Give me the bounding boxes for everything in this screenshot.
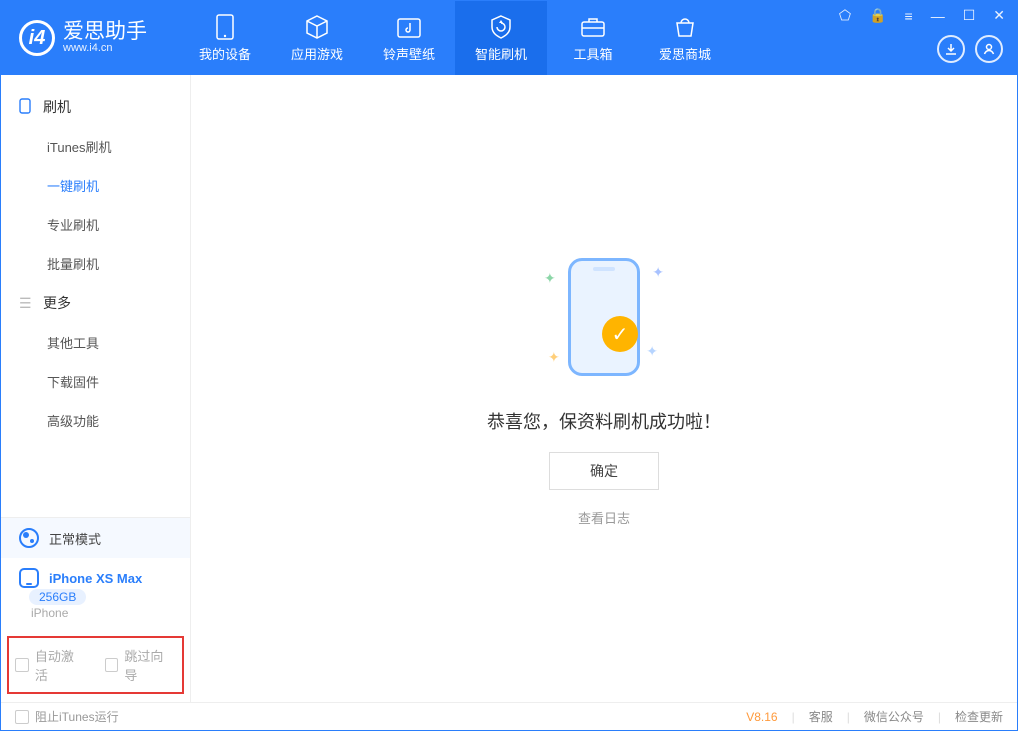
spark-icon: ✦: [646, 343, 658, 360]
cube-icon: [304, 14, 330, 40]
toolbox-icon: [580, 14, 606, 40]
skip-guide-checkbox[interactable]: 跳过向导: [105, 646, 177, 684]
sidebar-group-flash: 刷机: [1, 87, 190, 127]
success-message: 恭喜您，保资料刷机成功啦！: [487, 408, 721, 434]
skip-guide-label: 跳过向导: [124, 646, 176, 684]
logo-text: 爱思助手 www.i4.cn: [63, 21, 147, 55]
separator: |: [938, 710, 941, 724]
device-mode: 正常模式: [49, 529, 101, 548]
sidebar-item-itunes-flash[interactable]: iTunes刷机: [1, 127, 190, 166]
nav-tabs: 我的设备 应用游戏 铃声壁纸 智能刷机 工具箱 爱思商城: [179, 1, 731, 75]
device-type: iPhone: [31, 606, 190, 628]
app-site: www.i4.cn: [63, 42, 147, 55]
user-button[interactable]: [975, 35, 1003, 63]
tab-label: 铃声壁纸: [383, 44, 435, 63]
bag-icon: [673, 14, 697, 40]
checkbox-icon: [105, 658, 119, 672]
title-controls: ⬠ 🔒 ≡ — ☐ ✕: [835, 5, 1009, 26]
block-itunes-checkbox[interactable]: 阻止iTunes运行: [15, 708, 119, 725]
separator: |: [792, 710, 795, 724]
phone-icon: [216, 14, 234, 40]
confirm-button[interactable]: 确定: [549, 452, 659, 490]
shirt-icon[interactable]: ⬠: [835, 5, 855, 26]
device-mode-row[interactable]: 正常模式: [1, 518, 190, 558]
device-small-icon: [19, 98, 35, 117]
status-bar: 阻止iTunes运行 V8.16 | 客服 | 微信公众号 | 检查更新: [1, 702, 1017, 730]
tab-ringtones-wallpapers[interactable]: 铃声壁纸: [363, 1, 455, 75]
footer-left: 阻止iTunes运行: [15, 708, 119, 725]
tab-apps-games[interactable]: 应用游戏: [271, 1, 363, 75]
download-button[interactable]: [937, 35, 965, 63]
logo-icon: i4: [19, 20, 55, 56]
tab-label: 工具箱: [573, 44, 612, 63]
footer-link-wechat[interactable]: 微信公众号: [864, 708, 924, 725]
body-area: 刷机 iTunes刷机 一键刷机 专业刷机 批量刷机 ☰ 更多 其他工具 下载固…: [1, 75, 1017, 702]
footer-link-support[interactable]: 客服: [809, 708, 833, 725]
sidebar-item-other-tools[interactable]: 其他工具: [1, 323, 190, 362]
device-name-row[interactable]: iPhone XS Max: [1, 558, 190, 588]
menu-icon[interactable]: ≡: [901, 6, 917, 26]
device-name: iPhone XS Max: [49, 571, 142, 586]
view-log-link[interactable]: 查看日志: [578, 508, 630, 527]
music-folder-icon: [396, 14, 422, 40]
auto-activate-checkbox[interactable]: 自动激活: [15, 646, 87, 684]
spark-icon: ✦: [544, 270, 556, 287]
flash-options-box: 自动激活 跳过向导: [7, 636, 184, 694]
device-panel: 正常模式 iPhone XS Max 256GB iPhone: [1, 517, 190, 628]
tab-toolbox[interactable]: 工具箱: [547, 1, 639, 75]
success-illustration: ✦ ✦ ✦ ✦ ✓: [524, 250, 684, 390]
tab-label: 我的设备: [199, 44, 251, 63]
version-label: V8.16: [746, 710, 777, 724]
logo-area: i4 爱思助手 www.i4.cn: [1, 1, 179, 75]
close-button[interactable]: ✕: [989, 5, 1009, 26]
lock-icon[interactable]: 🔒: [865, 5, 890, 26]
list-icon: ☰: [19, 295, 35, 312]
sidebar-item-advanced[interactable]: 高级功能: [1, 401, 190, 440]
group-title: 刷机: [43, 97, 71, 117]
sidebar: 刷机 iTunes刷机 一键刷机 专业刷机 批量刷机 ☰ 更多 其他工具 下载固…: [1, 75, 191, 702]
sidebar-item-download-firmware[interactable]: 下载固件: [1, 362, 190, 401]
spark-icon: ✦: [548, 349, 560, 366]
minimize-button[interactable]: —: [927, 6, 949, 26]
tab-label: 爱思商城: [659, 44, 711, 63]
tab-my-device[interactable]: 我的设备: [179, 1, 271, 75]
sidebar-group-more: ☰ 更多: [1, 283, 190, 323]
phone-outline-icon: [568, 258, 640, 376]
sidebar-item-batch-flash[interactable]: 批量刷机: [1, 244, 190, 283]
sidebar-item-pro-flash[interactable]: 专业刷机: [1, 205, 190, 244]
mode-icon: [19, 528, 39, 548]
sidebar-item-oneclick-flash[interactable]: 一键刷机: [1, 166, 190, 205]
block-itunes-label: 阻止iTunes运行: [35, 708, 119, 725]
device-capacity: 256GB: [1, 588, 190, 606]
header-right-actions: [937, 35, 1003, 63]
checkbox-icon: [15, 658, 29, 672]
separator: |: [847, 710, 850, 724]
auto-activate-label: 自动激活: [35, 646, 87, 684]
sidebar-scroll: 刷机 iTunes刷机 一键刷机 专业刷机 批量刷机 ☰ 更多 其他工具 下载固…: [1, 75, 190, 517]
tab-label: 应用游戏: [291, 44, 343, 63]
tab-label: 智能刷机: [475, 44, 527, 63]
footer-link-update[interactable]: 检查更新: [955, 708, 1003, 725]
maximize-button[interactable]: ☐: [959, 5, 980, 26]
check-badge-icon: ✓: [602, 316, 638, 352]
spark-icon: ✦: [652, 264, 664, 281]
footer-right: V8.16 | 客服 | 微信公众号 | 检查更新: [746, 708, 1003, 725]
app-name: 爱思助手: [63, 21, 147, 42]
refresh-shield-icon: [488, 14, 514, 40]
tab-smart-flash[interactable]: 智能刷机: [455, 1, 547, 75]
main-content: ✦ ✦ ✦ ✦ ✓ 恭喜您，保资料刷机成功啦！ 确定 查看日志: [191, 75, 1017, 702]
device-icon: [19, 568, 39, 588]
app-header: i4 爱思助手 www.i4.cn 我的设备 应用游戏 铃声壁纸 智能刷机 工具…: [1, 1, 1017, 75]
tab-store[interactable]: 爱思商城: [639, 1, 731, 75]
group-title: 更多: [43, 293, 71, 313]
checkbox-icon: [15, 710, 29, 724]
